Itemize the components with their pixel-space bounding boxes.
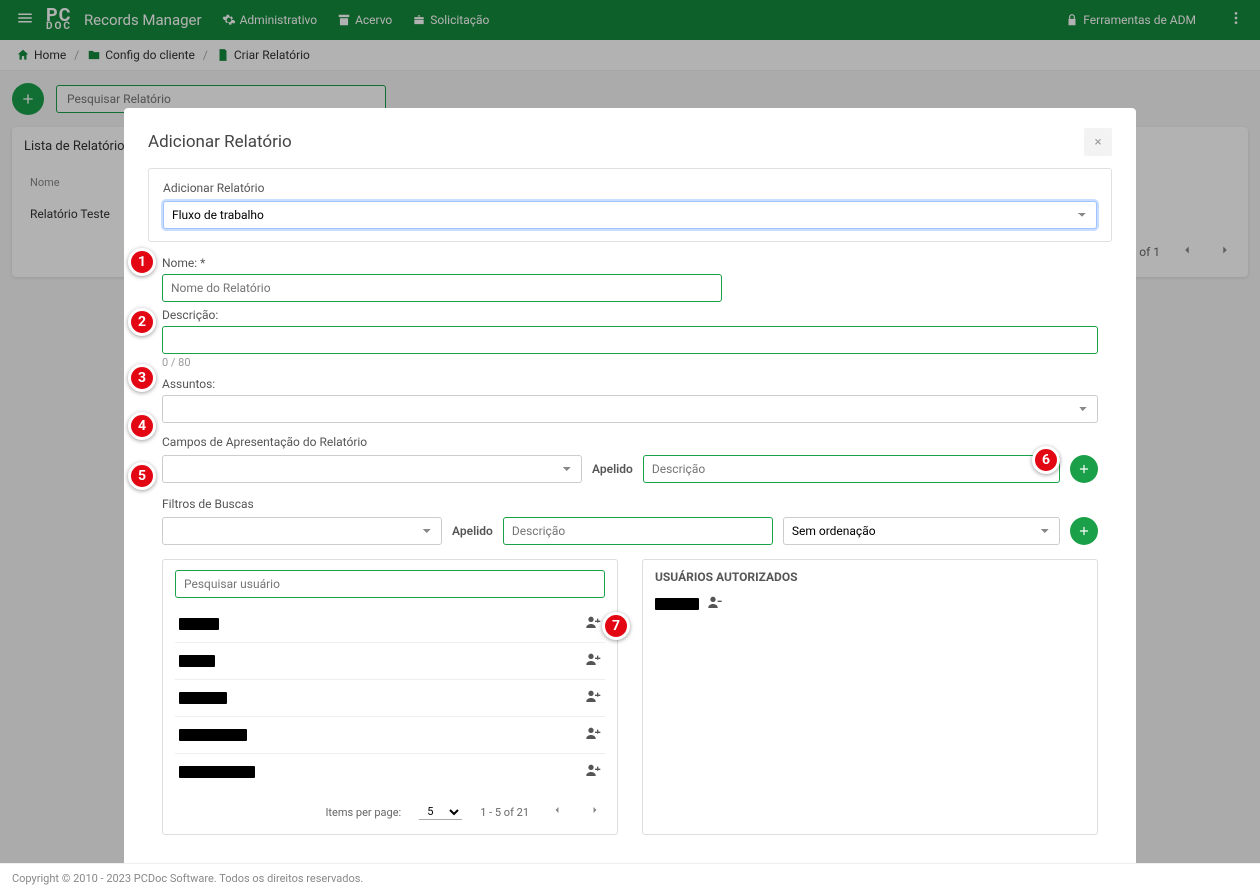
filtro-apelido-input[interactable] — [503, 517, 773, 545]
person-add-icon — [585, 725, 601, 741]
user-name-redacted — [179, 618, 219, 630]
filtro-select[interactable] — [162, 517, 442, 545]
add-report-modal: Adicionar Relatório × Adicionar Relatóri… — [124, 108, 1136, 876]
user-row — [175, 643, 605, 680]
filtros-label: Filtros de Buscas — [162, 497, 1098, 511]
campos-label: Campos de Apresentação do Relatório — [162, 435, 1098, 449]
nome-label: Nome: * — [162, 256, 1098, 270]
items-per-page-select[interactable]: 5 — [419, 804, 462, 820]
users-next-button[interactable] — [585, 800, 605, 824]
report-type-panel: Adicionar Relatório Fluxo de trabalho — [148, 168, 1112, 242]
apelido-label-1: Apelido — [592, 462, 633, 476]
available-users-panel: Items per page: 5 1 - 5 of 21 — [162, 559, 618, 835]
user-name-redacted — [179, 766, 255, 778]
callout-6: 6 — [1032, 446, 1060, 474]
add-user-button[interactable] — [585, 688, 601, 708]
char-count: 0 / 80 — [162, 356, 1098, 369]
person-add-icon — [585, 614, 601, 630]
report-type-select[interactable]: Fluxo de trabalho — [163, 201, 1097, 229]
add-user-button[interactable] — [585, 651, 601, 671]
users-page-info: 1 - 5 of 21 — [480, 806, 529, 819]
chevron-right-icon — [589, 804, 601, 816]
user-row — [175, 680, 605, 717]
search-user-input[interactable] — [175, 570, 605, 598]
callout-3: 3 — [128, 364, 156, 392]
remove-user-button[interactable] — [707, 594, 723, 614]
user-row — [175, 606, 605, 643]
modal-overlay: Adicionar Relatório × Adicionar Relatóri… — [0, 0, 1260, 893]
authorized-user-row — [655, 594, 1085, 614]
plus-icon — [1077, 524, 1091, 538]
user-name-redacted — [655, 598, 699, 610]
chevron-left-icon — [551, 804, 563, 816]
campo-apelido-input[interactable] — [643, 455, 1060, 483]
descricao-input[interactable] — [162, 326, 1098, 354]
person-remove-icon — [707, 594, 723, 610]
user-row — [175, 754, 605, 790]
add-user-button[interactable] — [585, 725, 601, 745]
user-name-redacted — [179, 692, 227, 704]
callout-4: 4 — [128, 412, 156, 440]
ordenacao-select[interactable]: Sem ordenação — [783, 517, 1060, 545]
descricao-label: Descrição: — [162, 308, 1098, 322]
modal-close-button[interactable]: × — [1084, 128, 1112, 156]
nome-input[interactable] — [162, 274, 722, 302]
footer: Copyright © 2010 - 2023 PCDoc Software. … — [0, 863, 1260, 893]
campo-select[interactable] — [162, 455, 582, 483]
callout-2: 2 — [128, 308, 156, 336]
plus-icon — [1077, 462, 1091, 476]
add-user-button[interactable] — [585, 762, 601, 782]
items-per-page-label: Items per page: — [325, 806, 401, 819]
callout-7: 7 — [602, 612, 630, 640]
modal-title: Adicionar Relatório — [148, 132, 292, 152]
add-campo-button[interactable] — [1070, 455, 1098, 483]
callout-1: 1 — [128, 248, 156, 276]
person-add-icon — [585, 651, 601, 667]
person-add-icon — [585, 762, 601, 778]
person-add-icon — [585, 688, 601, 704]
user-name-redacted — [179, 729, 247, 741]
panel-label: Adicionar Relatório — [163, 181, 1097, 195]
add-user-button[interactable] — [585, 614, 601, 634]
callout-5: 5 — [128, 462, 156, 490]
apelido-label-2: Apelido — [452, 524, 493, 538]
assuntos-select[interactable] — [162, 395, 1098, 423]
authorized-users-panel: USUÁRIOS AUTORIZADOS — [642, 559, 1098, 835]
user-row — [175, 717, 605, 754]
assuntos-label: Assuntos: — [162, 377, 1098, 391]
add-filtro-button[interactable] — [1070, 517, 1098, 545]
authorized-users-title: USUÁRIOS AUTORIZADOS — [655, 570, 1085, 584]
user-name-redacted — [179, 655, 215, 667]
users-prev-button[interactable] — [547, 800, 567, 824]
close-icon: × — [1094, 135, 1101, 150]
